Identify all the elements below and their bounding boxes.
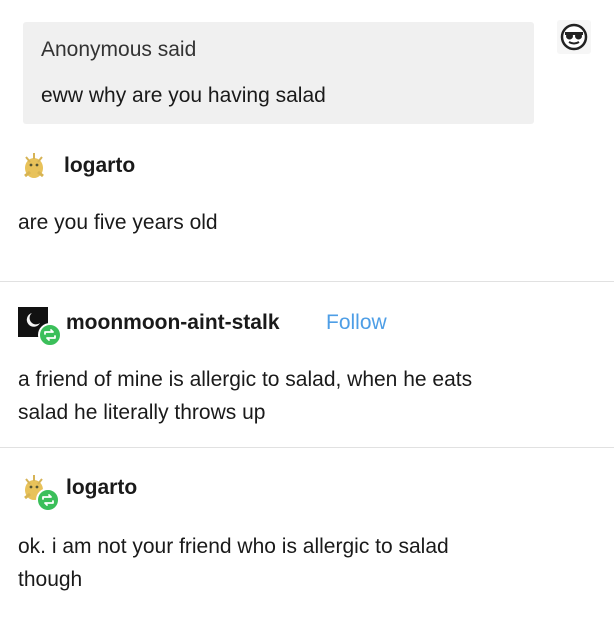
ask-box: Anonymous said eww why are you having sa… [23, 22, 534, 124]
ask-sender: Anonymous said [41, 38, 197, 61]
reblog-icon [38, 323, 62, 347]
post-text-line: a friend of mine is allergic to salad, w… [18, 368, 473, 391]
post-text-line: though [18, 568, 83, 591]
post-text: a friend of mine is allergic to salad, w… [18, 363, 578, 429]
divider [0, 281, 614, 282]
post-text-line: are you five years old [18, 211, 218, 234]
post-text-line: ok. i am not your friend who is allergic… [18, 535, 449, 558]
username[interactable]: moonmoon-aint-stalk [66, 311, 280, 335]
reblog-icon [36, 488, 60, 512]
sunglasses-emoji-icon[interactable] [557, 20, 591, 54]
post-text: ok. i am not your friend who is allergic… [18, 530, 578, 596]
follow-button[interactable]: Follow [326, 311, 387, 335]
lizard-avatar-icon[interactable] [16, 148, 52, 184]
post-text: are you five years old [18, 206, 578, 239]
ask-text: eww why are you having salad [41, 84, 326, 107]
divider [0, 447, 614, 448]
username[interactable]: logarto [66, 476, 137, 500]
post-text-line: salad he literally throws up [18, 401, 266, 424]
username[interactable]: logarto [64, 154, 135, 178]
